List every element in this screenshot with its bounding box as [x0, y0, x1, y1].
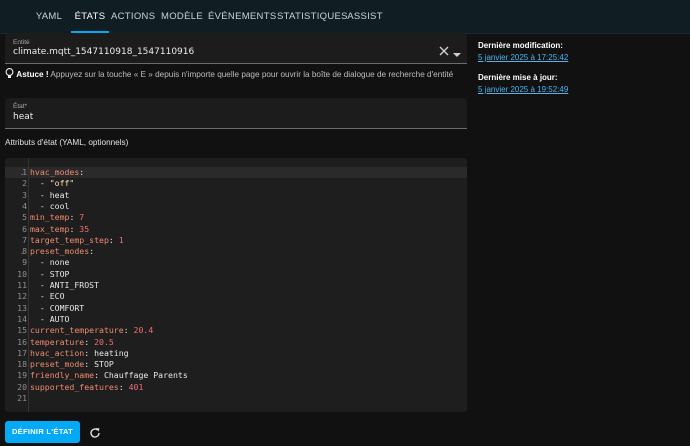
state-field[interactable]: État* heat — [5, 98, 467, 129]
tab-states[interactable]: ÉTATS — [71, 0, 109, 33]
tab-template[interactable]: MODÈLE — [161, 0, 203, 33]
code-line: min_temp: 7 — [30, 212, 85, 223]
attributes-label: Attributs d'état (YAML, optionnels) — [5, 138, 129, 147]
code-line: friendly_name: Chauffage Parents — [30, 370, 188, 381]
entity-field-label: Entité — [13, 39, 30, 46]
code-line: - ANTI_FROST — [39, 280, 100, 290]
entity-field-value: climate.mqtt_1547110918_1547110916 — [13, 47, 195, 57]
line-number: 21 — [17, 393, 27, 403]
line-number: 10 — [17, 268, 27, 279]
code-line: - STOP — [39, 268, 70, 279]
line-number: 14 — [17, 313, 27, 324]
last-updated-value[interactable]: 5 janvier 2025 à 19:52:49 — [478, 85, 568, 94]
editor-gutter-border — [28, 158, 29, 412]
search-tip: Astuce ! Appuyez sur la touche « E » dep… — [5, 68, 475, 79]
code-line: - cool — [39, 200, 70, 211]
state-field-label: État* — [13, 103, 28, 110]
code-line: preset_mode: STOP — [30, 359, 114, 370]
top-toolbar: YAML ÉTATS ACTIONS MODÈLE ÉVÉNEMENTS STA… — [0, 0, 690, 34]
entity-field[interactable]: Entité climate.mqtt_1547110918_154711091… — [5, 33, 467, 64]
code-line: current_temperature: 20.4 — [30, 325, 154, 336]
line-number: 2 — [22, 178, 27, 189]
last-updated-label: Dernière mise à jour: — [478, 73, 558, 82]
line-number: 3 — [22, 189, 27, 200]
tip-text: Appuyez sur la touche « E » depuis n'imp… — [50, 70, 454, 79]
line-number: 7 — [22, 234, 27, 245]
set-state-button[interactable]: DÉFINIR L'ÉTAT — [5, 421, 80, 443]
code-line: - none — [39, 257, 70, 268]
tab-yaml[interactable]: YAML — [31, 0, 67, 33]
code-line: target_temp_step: 1 — [30, 234, 124, 245]
tab-actions[interactable]: ACTIONS — [111, 0, 155, 33]
clear-icon[interactable] — [439, 43, 449, 56]
code-line: temperature: 20.5 — [30, 336, 114, 347]
code-line: - ECO — [39, 291, 65, 302]
line-number: 17 — [17, 347, 27, 358]
state-field-value: heat — [13, 112, 34, 122]
line-number: 18 — [17, 359, 27, 370]
code-line: - COMFORT — [39, 302, 85, 313]
code-line: max_temp: 35 — [30, 223, 90, 234]
tab-statistics[interactable]: STATISTIQUES — [277, 0, 348, 33]
fold-arrow-icon[interactable]: ⌄ — [20, 171, 24, 177]
last-changed-label: Dernière modification: — [478, 41, 563, 50]
tip-strong: Astuce ! — [16, 70, 49, 79]
line-number: 4 — [22, 200, 27, 211]
lightbulb-icon — [5, 68, 14, 79]
line-number: 5 — [22, 212, 27, 223]
code-line: - AUTO — [39, 313, 70, 324]
fold-arrow-icon[interactable]: ⌄ — [20, 250, 24, 256]
tab-assist[interactable]: ASSIST — [346, 0, 384, 33]
line-number: 20 — [17, 381, 27, 392]
line-number: 19 — [17, 370, 27, 381]
tab-events[interactable]: ÉVÉNEMENTS — [208, 0, 276, 33]
code-line: - "off" — [39, 178, 75, 189]
yaml-editor[interactable]: 1 hvac_modes: 2 - "off" 3 - heat 4 - cool 5 mi… — [5, 158, 467, 412]
line-number: 6 — [22, 223, 27, 234]
last-changed-value[interactable]: 5 janvier 2025 à 17:25:42 — [478, 53, 568, 62]
line-number: 13 — [17, 302, 27, 313]
line-number: 9 — [22, 257, 27, 268]
dropdown-arrow-icon[interactable] — [453, 45, 461, 57]
code-line: preset_modes: — [30, 246, 95, 257]
code-line: hvac_action: heating — [30, 347, 129, 358]
code-line: supported_features: 401 — [30, 381, 144, 392]
line-number: 11 — [17, 280, 27, 290]
line-number: 15 — [17, 325, 27, 336]
refresh-icon[interactable] — [89, 426, 101, 438]
code-line: - heat — [39, 189, 70, 200]
code-line: hvac_modes: — [30, 167, 85, 177]
line-number: 12 — [17, 291, 27, 302]
line-number: 16 — [17, 336, 27, 347]
